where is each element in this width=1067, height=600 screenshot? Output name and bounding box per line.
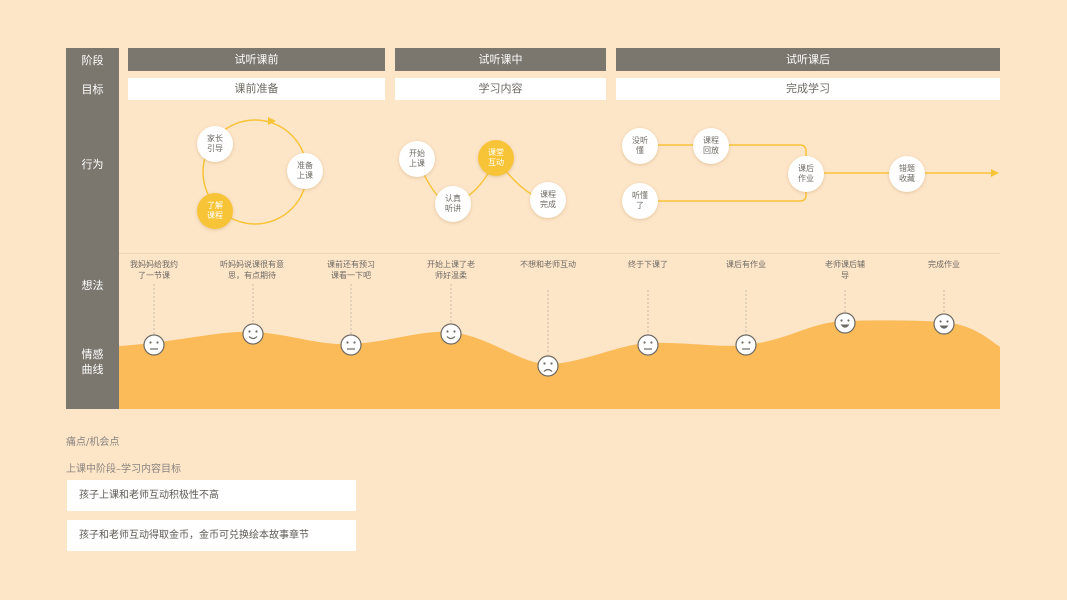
pain-points-title: 痛点/机会点: [66, 437, 120, 448]
behavior-parent-guide: 家长引导: [197, 126, 233, 162]
emotion-face-1-neutral-icon: [143, 334, 165, 356]
pain-point-1: 孩子上课和老师互动积极性不高: [67, 480, 356, 511]
thought-5: 不想和老师互动: [520, 260, 576, 269]
thought-7: 课后有作业: [726, 260, 766, 269]
thought-1: 我妈妈给我约了一节课: [130, 260, 178, 280]
behavior-error-collection: 错题收藏: [889, 156, 925, 192]
emotion-face-8-very-happy-icon: [834, 312, 856, 334]
behavior-start-class: 开始上课: [399, 141, 435, 177]
after-connector-bottom: [641, 188, 807, 202]
thought-3: 课前还有预习课看一下吧: [327, 260, 375, 280]
behavior-not-understood: 没听懂: [622, 128, 658, 164]
behavior-thought-divider: [119, 253, 1000, 254]
emotion-face-4-happy-icon: [440, 323, 462, 345]
emotion-face-2-happy-icon: [242, 323, 264, 345]
thought-2: 听妈妈说课很有意思，有点期待: [220, 260, 284, 280]
emotion-face-5-sad-icon: [537, 355, 559, 377]
during-wave-connector: [416, 156, 534, 205]
emotion-face-9-very-happy-icon: [933, 313, 955, 335]
thought-8: 老师课后辅导: [825, 260, 865, 280]
behavior-learn-course: 了解课程: [197, 193, 233, 229]
emotion-face-6-neutral-icon: [637, 334, 659, 356]
behavior-understood: 听懂了: [622, 183, 658, 219]
thought-4: 开始上课了老师好温柔: [427, 260, 475, 280]
behavior-replay: 课程回放: [693, 128, 729, 164]
thought-6: 终于下课了: [628, 260, 668, 269]
behavior-course-complete: 课程完成: [530, 182, 566, 218]
pain-point-2: 孩子和老师互动得取金币，金币可兑换绘本故事章节: [67, 520, 356, 551]
behavior-prepare-class: 准备上课: [287, 153, 323, 189]
behavior-homework: 课后作业: [788, 156, 824, 192]
behavior-class-interaction: 课堂互动: [478, 140, 514, 176]
after-connector-down: [729, 144, 807, 160]
after-arrow-head: [991, 169, 999, 177]
emotion-face-7-neutral-icon: [735, 334, 757, 356]
emotion-face-3-neutral-icon: [340, 334, 362, 356]
thought-9: 完成作业: [928, 260, 960, 269]
pain-points-subtitle: 上课中阶段–学习内容目标: [66, 464, 181, 475]
behavior-listen: 认真听讲: [435, 186, 471, 222]
